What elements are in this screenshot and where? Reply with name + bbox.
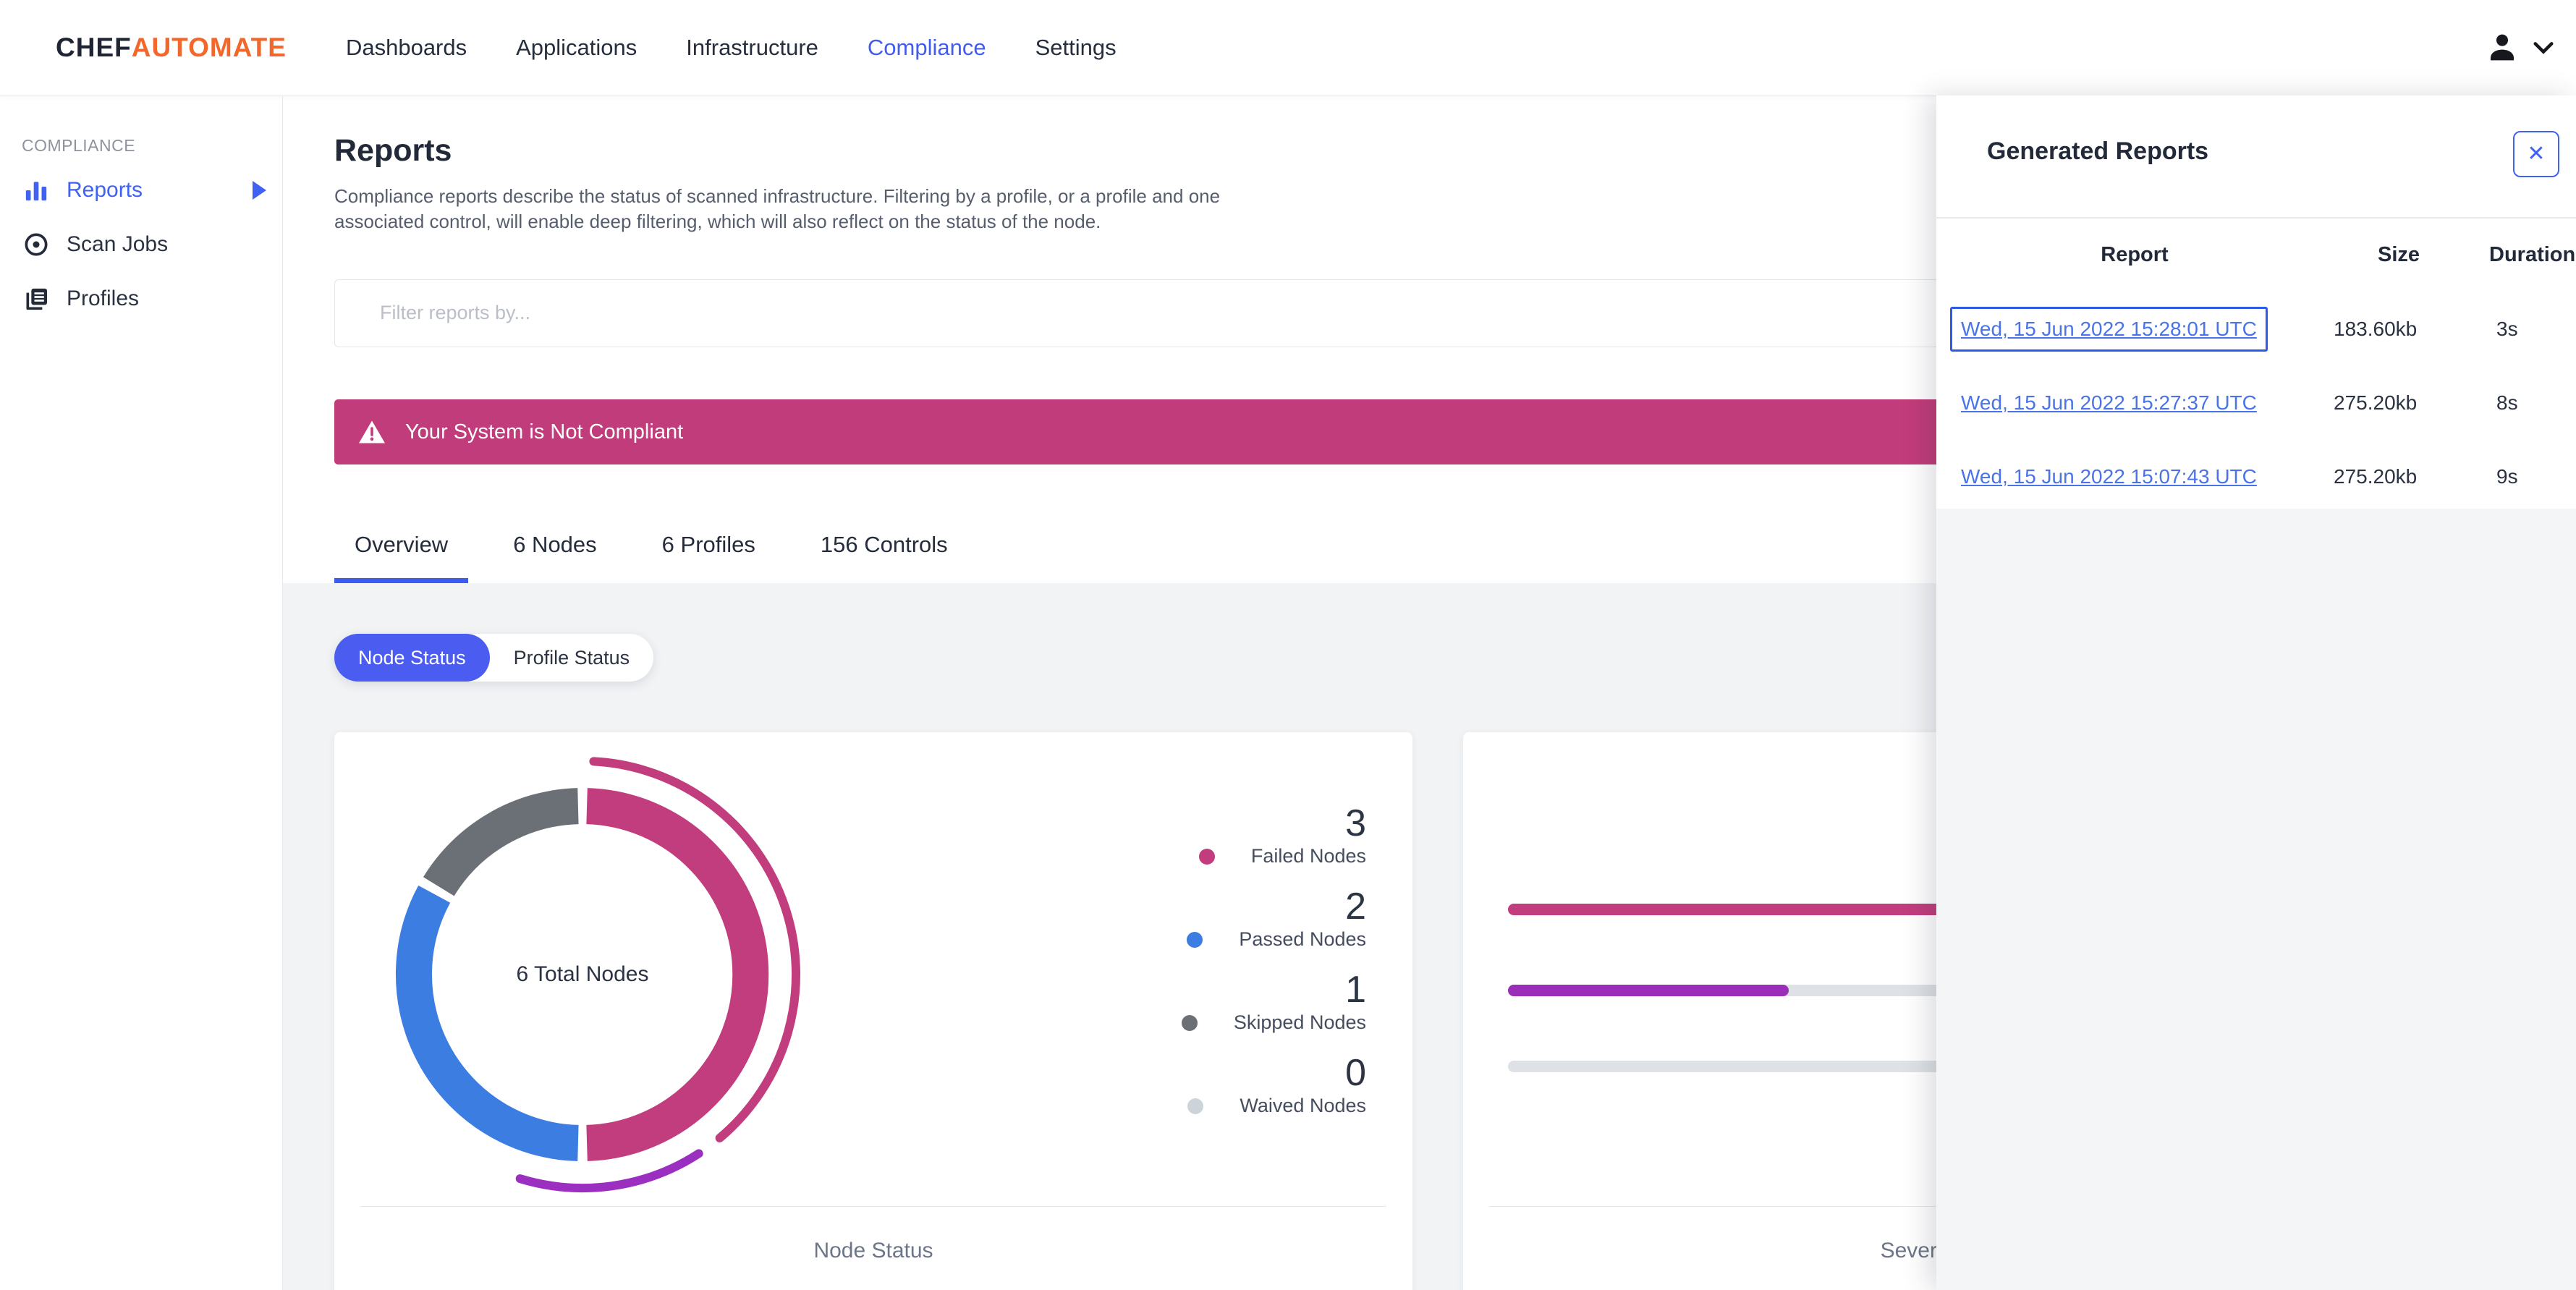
warning-triangle-icon [359, 420, 385, 444]
close-panel-button[interactable]: ✕ [2513, 131, 2559, 177]
report-duration: 8s [2496, 391, 2518, 414]
nav-applications[interactable]: Applications [516, 35, 637, 61]
sidebar-item-profiles[interactable]: Profiles [0, 271, 282, 326]
page-description: Compliance reports describe the status o… [334, 185, 1221, 232]
chef-automate-logo[interactable]: CHEFAUTOMATE [56, 33, 287, 63]
reports-expand-arrow-icon[interactable] [253, 180, 266, 200]
filter-bar [334, 279, 2187, 347]
legend-label: Passed Nodes [1239, 928, 1366, 950]
skipped-dot-icon [1181, 1014, 1198, 1031]
legend-failed-nodes: 3 Failed Nodes [1198, 802, 1366, 867]
tab-nodes[interactable]: 6 Nodes [493, 506, 617, 583]
tab-overview[interactable]: Overview [334, 506, 469, 583]
legend-label: Failed Nodes [1250, 845, 1366, 867]
legend-skipped-nodes: 1 Skipped Nodes [1181, 969, 1366, 1034]
sidebar-section-label: COMPLIANCE [22, 136, 136, 155]
nav-settings[interactable]: Settings [1035, 35, 1117, 61]
page-title: Reports [334, 133, 452, 168]
app-window: CHEFAUTOMATE Dashboards Applications Inf… [0, 0, 2576, 1290]
failed-dot-icon [1198, 848, 1215, 865]
report-link[interactable]: Wed, 15 Jun 2022 15:27:37 UTC [1961, 391, 2257, 414]
table-row: Wed, 15 Jun 2022 15:07:43 UTC 275.20kb 9… [1961, 440, 2562, 514]
alert-message: Your System is Not Compliant [405, 420, 684, 444]
report-link-focus-ring: Wed, 15 Jun 2022 15:28:01 UTC [1950, 307, 2268, 352]
donut-segment-skipped[interactable] [423, 788, 579, 896]
report-duration: 9s [2496, 465, 2518, 488]
user-avatar-icon[interactable] [2483, 29, 2521, 67]
report-duration: 3s [2496, 318, 2518, 340]
report-link[interactable]: Wed, 15 Jun 2022 15:07:43 UTC [1961, 465, 2257, 488]
legend-value: 2 [1345, 886, 1366, 928]
chevron-down-icon[interactable] [2533, 41, 2554, 55]
logo-automate: AUTOMATE [131, 33, 287, 62]
legend-value: 1 [1345, 969, 1366, 1011]
table-row: Wed, 15 Jun 2022 15:27:37 UTC 275.20kb 8… [1961, 366, 2562, 440]
legend-value: 3 [1345, 802, 1366, 844]
nav-dashboards[interactable]: Dashboards [346, 35, 467, 61]
tab-profiles[interactable]: 6 Profiles [642, 506, 776, 583]
status-toggle: Node Status Profile Status [334, 634, 654, 682]
toggle-node-status[interactable]: Node Status [334, 634, 490, 682]
column-size: Size [2377, 242, 2420, 266]
legend-label: Waived Nodes [1240, 1095, 1366, 1116]
report-size: 275.20kb [2334, 391, 2418, 414]
top-navigation: CHEFAUTOMATE Dashboards Applications Inf… [0, 0, 2576, 96]
sidebar-item-reports[interactable]: Reports [0, 163, 282, 217]
toggle-profile-status[interactable]: Profile Status [490, 634, 654, 682]
scanner-icon [25, 233, 48, 255]
table-row: Wed, 15 Jun 2022 15:28:01 UTC 183.60kb 3… [1950, 292, 2562, 366]
bar-chart-icon [25, 181, 47, 200]
filter-reports-input[interactable] [335, 280, 2140, 345]
nav-items: Dashboards Applications Infrastructure C… [346, 35, 1117, 61]
report-size: 183.60kb [2334, 318, 2418, 340]
card-divider [360, 1206, 1386, 1207]
column-report: Report [2101, 242, 2169, 266]
waived-dot-icon [1187, 1098, 1204, 1114]
sidebar-item-scan-jobs[interactable]: Scan Jobs [0, 217, 282, 271]
generated-reports-panel: Generated Reports ✕ Report Size Duration… [1936, 96, 2576, 1290]
panel-title: Generated Reports [1987, 137, 2209, 165]
severity-bar-major[interactable] [1508, 985, 1789, 996]
donut-total-label: 6 Total Nodes [516, 962, 649, 986]
legend-passed-nodes: 2 Passed Nodes [1187, 886, 1366, 951]
legend-value: 0 [1345, 1052, 1366, 1094]
sidebar-item-label: Reports [67, 177, 143, 202]
sidebar-item-label: Profiles [67, 286, 140, 310]
nav-compliance[interactable]: Compliance [868, 35, 986, 61]
reports-table-header: Report Size Duration [1961, 233, 2575, 276]
report-link[interactable]: Wed, 15 Jun 2022 15:28:01 UTC [1961, 318, 2257, 340]
passed-dot-icon [1187, 931, 1203, 948]
donut-segment-passed[interactable] [395, 885, 579, 1161]
logo-chef: CHEF [56, 33, 132, 62]
panel-divider [1936, 217, 2576, 218]
node-status-card: 6 Total Nodes 3 Failed Nodes 2 Passed No… [334, 732, 1412, 1290]
report-link-wrap: Wed, 15 Jun 2022 15:27:37 UTC [1950, 381, 2268, 425]
compliance-alert-banner: Your System is Not Compliant [334, 399, 2187, 464]
legend-label: Skipped Nodes [1233, 1011, 1366, 1033]
report-tabs: Overview 6 Nodes 6 Profiles 156 Controls [334, 506, 968, 583]
user-menu[interactable] [2483, 0, 2554, 96]
close-icon: ✕ [2527, 142, 2546, 166]
compliance-sidebar: COMPLIANCE Reports Scan Jobs Profiles [0, 96, 283, 1290]
node-status-caption: Node Status [813, 1239, 933, 1263]
sidebar-item-label: Scan Jobs [67, 232, 169, 256]
legend-waived-nodes: 0 Waived Nodes [1187, 1053, 1366, 1117]
node-status-legend: 3 Failed Nodes 2 Passed Nodes 1 Skipped … [1181, 802, 1366, 1136]
column-duration: Duration [2489, 242, 2576, 266]
report-size: 275.20kb [2334, 465, 2418, 488]
report-link-wrap: Wed, 15 Jun 2022 15:07:43 UTC [1950, 454, 2268, 499]
tab-controls[interactable]: 156 Controls [800, 506, 968, 583]
profiles-document-icon [26, 288, 47, 310]
nav-infrastructure[interactable]: Infrastructure [686, 35, 818, 61]
reports-table-body: Wed, 15 Jun 2022 15:28:01 UTC 183.60kb 3… [1950, 292, 2562, 514]
